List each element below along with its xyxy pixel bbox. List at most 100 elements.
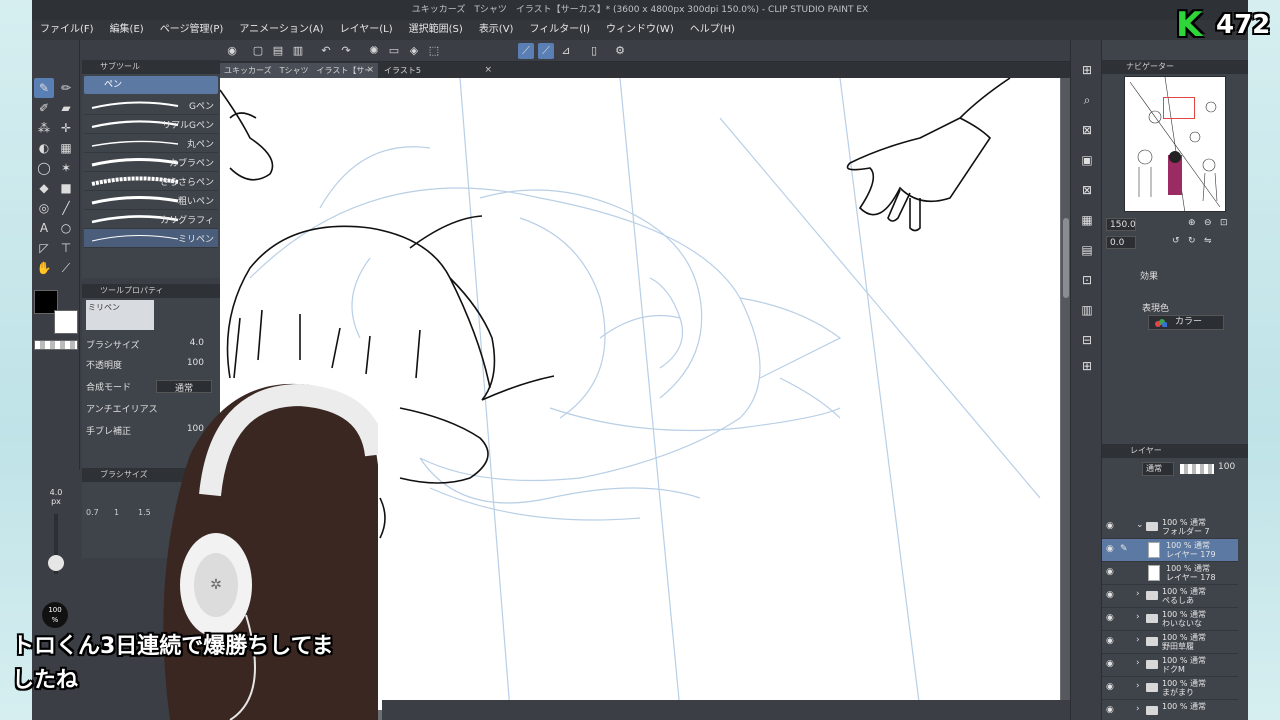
layer-row-folder[interactable]: ◉ › 100 % 通常 わいないな bbox=[1102, 608, 1238, 631]
blend-tool-icon[interactable]: ◐ bbox=[34, 138, 54, 158]
figure-tool-icon[interactable]: ╱ bbox=[56, 198, 76, 218]
menu-window[interactable]: ウィンドウ(W) bbox=[598, 20, 682, 40]
open-file-icon[interactable]: ▤ bbox=[270, 43, 286, 59]
rotate-left-icon[interactable]: ↺ bbox=[1172, 236, 1180, 246]
layer-row-folder[interactable]: ◉ › 100 % 通常 野田草履 bbox=[1102, 631, 1238, 654]
menu-help[interactable]: ヘルプ(H) bbox=[682, 20, 743, 40]
zoom-in-icon[interactable]: ⊕ bbox=[1188, 218, 1196, 228]
app-logo-icon[interactable]: ◉ bbox=[224, 43, 240, 59]
auto-action-icon[interactable]: ⊡ bbox=[1079, 272, 1095, 288]
tab-illustration5[interactable]: イラスト5 × bbox=[380, 63, 496, 78]
menu-filter[interactable]: フィルター(I) bbox=[521, 20, 598, 40]
size-preset[interactable]: 1.5 bbox=[138, 508, 151, 517]
material-icon[interactable]: ▣ bbox=[1079, 152, 1095, 168]
menu-edit[interactable]: 編集(E) bbox=[102, 20, 152, 40]
close-icon[interactable]: × bbox=[366, 63, 374, 78]
layer-property-icon[interactable]: ⊠ bbox=[1079, 122, 1095, 138]
close-panel-icon[interactable]: ⊠ bbox=[1079, 182, 1095, 198]
undo-icon[interactable]: ↶ bbox=[318, 43, 334, 59]
menu-view[interactable]: 表示(V) bbox=[471, 20, 522, 40]
size-preset[interactable]: 0.7 bbox=[86, 508, 99, 517]
chevron-right-icon[interactable]: › bbox=[1136, 635, 1140, 645]
eye-icon[interactable]: ◉ bbox=[1106, 659, 1114, 669]
layer-opacity-slider[interactable] bbox=[1180, 464, 1214, 474]
object-list-icon[interactable]: ⊞ bbox=[1079, 358, 1095, 374]
brush-gpen[interactable]: Gペン bbox=[84, 96, 218, 115]
layer-row-folder[interactable]: ◉ › 100 % 通常 ドクM bbox=[1102, 654, 1238, 677]
transform-icon[interactable]: ⬚ bbox=[426, 43, 442, 59]
layer-row-folder7[interactable]: ◉ ⌄ 100 % 通常 フォルダー 7 bbox=[1102, 516, 1238, 539]
eraser-tool-icon[interactable]: ▰ bbox=[56, 98, 76, 118]
balloon-tool-icon[interactable]: ○ bbox=[56, 218, 76, 238]
loading-icon[interactable]: ✺ bbox=[366, 43, 382, 59]
brush-real-gpen[interactable]: リアルGペン bbox=[84, 115, 218, 134]
move-tool-icon[interactable]: ✛ bbox=[56, 118, 76, 138]
size-preset[interactable]: 1 bbox=[114, 508, 119, 517]
item-bank-icon[interactable]: ⊟ bbox=[1079, 332, 1095, 348]
layer-row-178[interactable]: ◉ 100 % 通常 レイヤー 178 bbox=[1102, 562, 1238, 585]
chevron-right-icon[interactable]: › bbox=[1136, 681, 1140, 691]
snap-special-ruler-icon[interactable]: ⟋ bbox=[538, 43, 554, 59]
eye-icon[interactable]: ◉ bbox=[1106, 636, 1114, 646]
eye-icon[interactable]: ◉ bbox=[1106, 544, 1114, 554]
new-file-icon[interactable]: ▢ bbox=[250, 43, 266, 59]
eye-icon[interactable]: ◉ bbox=[1106, 613, 1114, 623]
chevron-right-icon[interactable]: › bbox=[1136, 589, 1140, 599]
search-icon[interactable]: ⌕ bbox=[1079, 92, 1095, 108]
rotate-right-icon[interactable]: ↻ bbox=[1188, 236, 1196, 246]
layer-row-folder[interactable]: ◉ › 100 % 通常 まがまり bbox=[1102, 677, 1238, 700]
tab-circus-illustration[interactable]: ユキッカーズ Tシャツ イラスト【サーカス】* × bbox=[220, 63, 378, 90]
brush-calligraphy[interactable]: カリグラフィ bbox=[84, 210, 218, 229]
history-icon[interactable]: ▤ bbox=[1079, 242, 1095, 258]
clear-icon[interactable]: ▭ bbox=[386, 43, 402, 59]
zoom-value[interactable]: 150.0 bbox=[1106, 218, 1136, 231]
grid-tool-icon[interactable]: ▦ bbox=[56, 138, 76, 158]
sub-view-icon[interactable]: ▥ bbox=[1079, 302, 1095, 318]
subtool-group-tab[interactable]: ペン bbox=[84, 76, 218, 94]
zoom-out-icon[interactable]: ⊖ bbox=[1204, 218, 1212, 228]
frame-tool-icon[interactable]: ◸ bbox=[34, 238, 54, 258]
layer-blend-select[interactable]: 通常 bbox=[1142, 462, 1174, 476]
layer-row-179[interactable]: ◉ ✎ 100 % 通常 レイヤー 179 bbox=[1102, 539, 1238, 562]
fill-icon[interactable]: ◈ bbox=[406, 43, 422, 59]
eye-icon[interactable]: ◉ bbox=[1106, 590, 1114, 600]
chevron-down-icon[interactable]: ⌄ bbox=[1136, 520, 1144, 530]
redo-icon[interactable]: ↷ bbox=[338, 43, 354, 59]
fill-tool-icon[interactable]: ◆ bbox=[34, 178, 54, 198]
size-slider-knob[interactable] bbox=[48, 555, 64, 571]
color-set-icon[interactable]: ▦ bbox=[1079, 212, 1095, 228]
sub-color-swatch[interactable] bbox=[54, 310, 78, 334]
operation-tool-icon[interactable]: ◎ bbox=[34, 198, 54, 218]
fit-icon[interactable]: ⊡ bbox=[1220, 218, 1228, 228]
lasso-tool-icon[interactable]: ◯ bbox=[34, 158, 54, 178]
eye-icon[interactable]: ◉ bbox=[1106, 705, 1114, 715]
pencil-tool-icon[interactable]: ✏ bbox=[56, 78, 76, 98]
navigator-thumbnail[interactable] bbox=[1124, 76, 1226, 212]
chevron-right-icon[interactable]: › bbox=[1136, 658, 1140, 668]
flip-horizontal-icon[interactable]: ⇋ bbox=[1204, 236, 1212, 246]
chevron-right-icon[interactable]: › bbox=[1136, 704, 1140, 714]
snap-grid-icon[interactable]: ⊿ bbox=[558, 43, 574, 59]
brush-size-row[interactable]: ブラシサイズ 4.0 bbox=[86, 338, 216, 354]
chevron-right-icon[interactable]: › bbox=[1136, 612, 1140, 622]
eye-icon[interactable]: ◉ bbox=[1106, 682, 1114, 692]
scrollbar-thumb[interactable] bbox=[1063, 218, 1069, 298]
brush-maru-pen[interactable]: 丸ペン bbox=[84, 134, 218, 153]
brush-kabura-pen[interactable]: カブラペン bbox=[84, 153, 218, 172]
menu-layer[interactable]: レイヤー(L) bbox=[332, 20, 401, 40]
magic-wand-icon[interactable]: ✶ bbox=[56, 158, 76, 178]
pen-tool-icon[interactable]: ✎ bbox=[34, 78, 54, 98]
transparent-color-swatch[interactable] bbox=[34, 340, 78, 350]
eyedropper-tool-icon[interactable]: ⟋ bbox=[56, 258, 76, 278]
brush-rough-pen[interactable]: 粗いペン bbox=[84, 191, 218, 210]
navigator-view-rect[interactable] bbox=[1163, 97, 1195, 119]
brush-sarasara-pen[interactable]: さらさらペン bbox=[84, 172, 218, 191]
brush-milli-pen[interactable]: ミリペン bbox=[84, 229, 218, 248]
ruler-tool-icon[interactable]: ⊤ bbox=[56, 238, 76, 258]
layer-opacity-value[interactable]: 100 bbox=[1218, 462, 1235, 472]
text-tool-icon[interactable]: A bbox=[34, 218, 54, 238]
navigator-icon[interactable]: ⊞ bbox=[1079, 62, 1095, 78]
decoration-tool-icon[interactable]: ⁂ bbox=[34, 118, 54, 138]
brush-size-value[interactable]: 4.0 bbox=[190, 338, 204, 348]
layer-row-folder[interactable]: ◉ › 100 % 通常 ぺるしあ bbox=[1102, 585, 1238, 608]
